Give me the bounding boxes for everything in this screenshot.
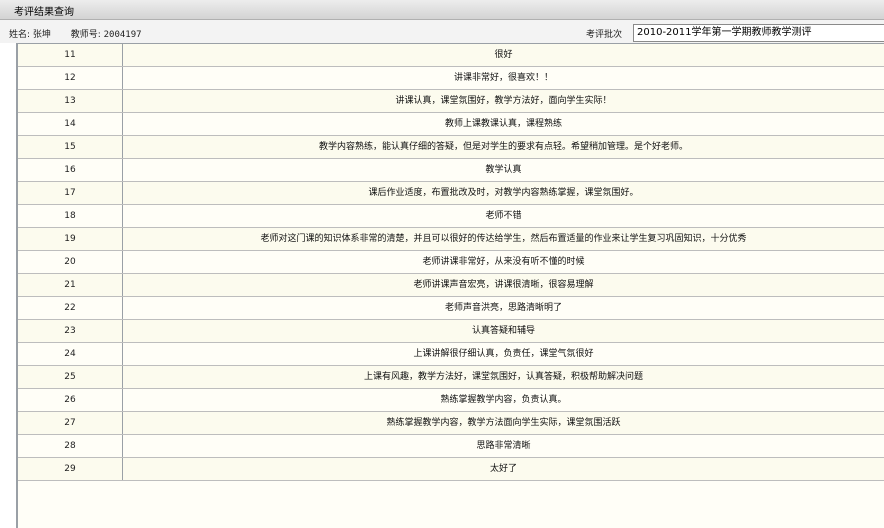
row-number: 25 bbox=[18, 366, 123, 388]
name-value: 张坤 bbox=[32, 30, 51, 40]
window-titlebar: 考评结果查询 bbox=[0, 0, 884, 20]
batch-label: 考评批次 bbox=[586, 30, 623, 40]
name-label: 姓名: bbox=[9, 30, 31, 40]
row-number: 21 bbox=[18, 274, 123, 296]
table-row[interactable]: 16 教学认真 bbox=[18, 159, 884, 182]
row-number: 19 bbox=[18, 228, 123, 250]
row-comment: 思路非常清晰 bbox=[476, 441, 531, 451]
row-comment: 老师讲课声音宏亮，讲课很清晰，很容易理解 bbox=[413, 280, 594, 290]
row-comment: 老师讲课非常好，从来没有听不懂的时候 bbox=[422, 257, 585, 267]
row-comment: 老师不错 bbox=[485, 211, 522, 221]
window-title: 考评结果查询 bbox=[14, 7, 74, 18]
teacher-no-label: 教师号: bbox=[70, 30, 101, 40]
table-row[interactable]: 21 老师讲课声音宏亮，讲课很清晰，很容易理解 bbox=[18, 274, 884, 297]
row-comment: 上课有风趣，教学方法好，课堂氛围好，认真答疑，积极帮助解决问题 bbox=[363, 372, 643, 382]
row-number: 13 bbox=[18, 90, 123, 112]
row-number: 14 bbox=[18, 113, 123, 135]
row-number: 29 bbox=[18, 458, 123, 480]
row-comment: 讲课非常好，很喜欢！！ bbox=[453, 73, 553, 83]
table-row[interactable]: 15 教学内容熟练，能认真仔细的答疑，但是对学生的要求有点轻。希望稍加管理。是个好… bbox=[18, 136, 884, 159]
table-row[interactable]: 24 上课讲解很仔细认真，负责任，课堂气氛很好 bbox=[18, 343, 884, 366]
row-number: 28 bbox=[18, 435, 123, 457]
row-comment: 教师上课教课认真，课程熟练 bbox=[444, 119, 562, 129]
row-comment: 熟练掌握教学内容，负责认真。 bbox=[440, 395, 567, 405]
row-number: 20 bbox=[18, 251, 123, 273]
row-number: 27 bbox=[18, 412, 123, 434]
row-number: 12 bbox=[18, 67, 123, 89]
table-row[interactable]: 14 教师上课教课认真，课程熟练 bbox=[18, 113, 884, 136]
row-number: 22 bbox=[18, 297, 123, 319]
table-row[interactable]: 27 熟练掌握教学内容，教学方法面向学生实际，课堂氛围活跃 bbox=[18, 412, 884, 435]
row-comment: 上课讲解很仔细认真，负责任，课堂气氛很好 bbox=[413, 349, 594, 359]
table-row[interactable]: 26 熟练掌握教学内容，负责认真。 bbox=[18, 389, 884, 412]
row-number: 15 bbox=[18, 136, 123, 158]
row-number: 26 bbox=[18, 389, 123, 411]
row-comment: 老师对这门课的知识体系非常的清楚，并且可以很好的传达给学生，然后布置适量的作业来… bbox=[260, 234, 747, 244]
table-row[interactable]: 23 认真答疑和辅导 bbox=[18, 320, 884, 343]
row-number: 24 bbox=[18, 343, 123, 365]
row-number: 17 bbox=[18, 182, 123, 204]
row-comment: 很好 bbox=[494, 50, 513, 60]
table-row[interactable]: 13 讲课认真，课堂氛围好，教学方法好，面向学生实际！ bbox=[18, 90, 884, 113]
row-number: 23 bbox=[18, 320, 123, 342]
row-comment: 教学认真 bbox=[485, 165, 522, 175]
row-comment: 太好了 bbox=[489, 464, 517, 474]
table-row[interactable]: 19 老师对这门课的知识体系非常的清楚，并且可以很好的传达给学生，然后布置适量的作… bbox=[18, 228, 884, 251]
table-row[interactable]: 22 老师声音洪亮，思路清晰明了 bbox=[18, 297, 884, 320]
teacher-info: 姓名: 张坤 教师号: 2004197 bbox=[9, 27, 142, 40]
row-number: 18 bbox=[18, 205, 123, 227]
row-comment: 讲课认真，课堂氛围好，教学方法好，面向学生实际！ bbox=[395, 96, 612, 106]
row-comment: 认真答疑和辅导 bbox=[471, 326, 535, 336]
row-comment: 教学内容熟练，能认真仔细的答疑，但是对学生的要求有点轻。希望稍加管理。是个好老师… bbox=[318, 142, 688, 152]
table-row[interactable]: 29 太好了 bbox=[18, 458, 884, 481]
table-row[interactable]: 18 老师不错 bbox=[18, 205, 884, 228]
batch-select[interactable]: 2010-2011学年第一学期教师教学测评 bbox=[633, 24, 884, 42]
comments-table[interactable]: 11 很好 12 讲课非常好，很喜欢！！ 13 讲课认真，课堂氛围好，教学方法好，面向学生… bbox=[16, 43, 884, 528]
table-row[interactable]: 28 思路非常清晰 bbox=[18, 435, 884, 458]
table-row[interactable]: 11 很好 bbox=[18, 44, 884, 67]
table-row[interactable]: 12 讲课非常好，很喜欢！！ bbox=[18, 67, 884, 90]
teacher-no-value: 2004197 bbox=[103, 30, 142, 40]
row-number: 16 bbox=[18, 159, 123, 181]
table-row[interactable]: 25 上课有风趣，教学方法好，课堂氛围好，认真答疑，积极帮助解决问题 bbox=[18, 366, 884, 389]
table-row[interactable]: 17 课后作业适度，布置批改及时，对教学内容熟练掌握，课堂氛围好。 bbox=[18, 182, 884, 205]
table-row[interactable]: 20 老师讲课非常好，从来没有听不懂的时候 bbox=[18, 251, 884, 274]
row-number: 11 bbox=[18, 44, 123, 66]
row-comment: 课后作业适度，布置批改及时，对教学内容熟练掌握，课堂氛围好。 bbox=[368, 188, 639, 198]
row-comment: 老师声音洪亮，思路清晰明了 bbox=[444, 303, 562, 313]
row-comment: 熟练掌握教学内容，教学方法面向学生实际，课堂氛围活跃 bbox=[386, 418, 621, 428]
